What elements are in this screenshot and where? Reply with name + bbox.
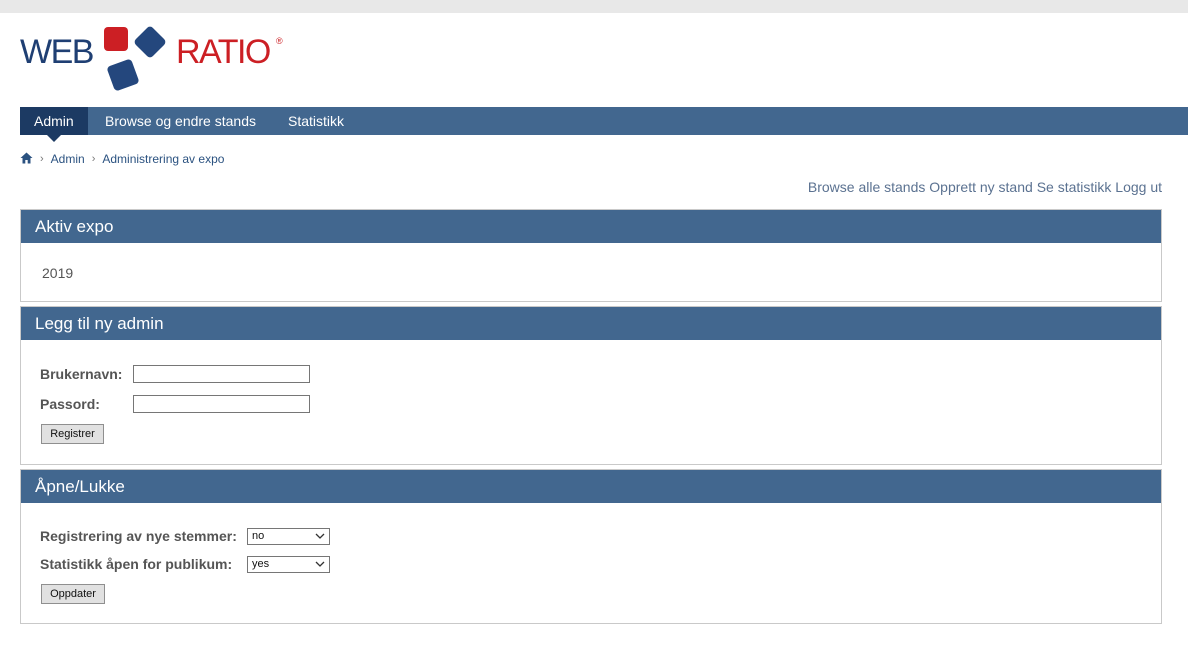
panel-legg-til-ny-admin: Legg til ny admin Brukernavn: Passord: R… <box>20 306 1162 465</box>
logo-registered-mark: ® <box>276 36 283 46</box>
link-opprett-ny-stand[interactable]: Opprett ny stand <box>929 179 1033 195</box>
username-input[interactable] <box>133 365 310 383</box>
logo-text-ratio: RATIO <box>176 33 271 71</box>
link-se-statistikk[interactable]: Se statistikk <box>1037 179 1112 195</box>
logo-blue-square-bottom <box>106 58 140 92</box>
registrer-button[interactable]: Registrer <box>41 424 104 444</box>
panel-title: Aktiv expo <box>21 210 1161 243</box>
nav-item-browse-og-endre-stands[interactable]: Browse og endre stands <box>91 107 270 135</box>
panel-title: Åpne/Lukke <box>21 470 1161 503</box>
breadcrumb-admin[interactable]: Admin <box>51 152 85 166</box>
statistikk-label: Statistikk åpen for publikum: <box>40 556 233 572</box>
statistikk-select-value: yes <box>252 558 270 570</box>
chevron-down-icon <box>315 533 325 539</box>
statistikk-select[interactable]: yes <box>247 556 330 573</box>
logo-blue-square <box>133 25 167 59</box>
breadcrumb-separator: › <box>40 153 44 165</box>
panel-apne-lukke: Åpne/Lukke Registrering av nye stemmer: … <box>20 469 1162 624</box>
panel-title: Legg til ny admin <box>21 307 1161 340</box>
logo-text-web: WEB <box>20 33 94 71</box>
home-icon[interactable] <box>20 152 33 167</box>
registrering-select[interactable]: no <box>247 528 330 545</box>
breadcrumb-separator: › <box>91 153 96 165</box>
panel-aktiv-expo: Aktiv expo 2019 <box>20 209 1162 302</box>
webratio-logo[interactable]: WEB RATIO ® <box>20 25 290 96</box>
link-browse-alle-stands[interactable]: Browse alle stands <box>808 179 926 195</box>
registrering-select-value: no <box>252 530 265 542</box>
chevron-down-icon <box>315 561 325 567</box>
breadcrumb-administrering-av-expo[interactable]: Administrering av expo <box>102 152 224 166</box>
nav-item-statistikk[interactable]: Statistikk <box>274 107 358 135</box>
breadcrumb: › Admin › Administrering av expo <box>20 151 224 167</box>
oppdater-button[interactable]: Oppdater <box>41 584 105 604</box>
password-label: Passord: <box>40 396 100 412</box>
action-links: Browse alle stands Opprett ny stand Se s… <box>808 179 1162 195</box>
password-input[interactable] <box>133 395 310 413</box>
main-nav: Admin Browse og endre stands Statistikk <box>20 107 1188 142</box>
username-label: Brukernavn: <box>40 366 123 382</box>
logo-red-square <box>104 27 128 51</box>
registrering-label: Registrering av nye stemmer: <box>40 528 237 544</box>
nav-item-admin[interactable]: Admin <box>20 107 88 142</box>
active-expo-value: 2019 <box>42 265 74 281</box>
link-logg-ut[interactable]: Logg ut <box>1115 179 1162 195</box>
top-strip <box>0 0 1188 13</box>
